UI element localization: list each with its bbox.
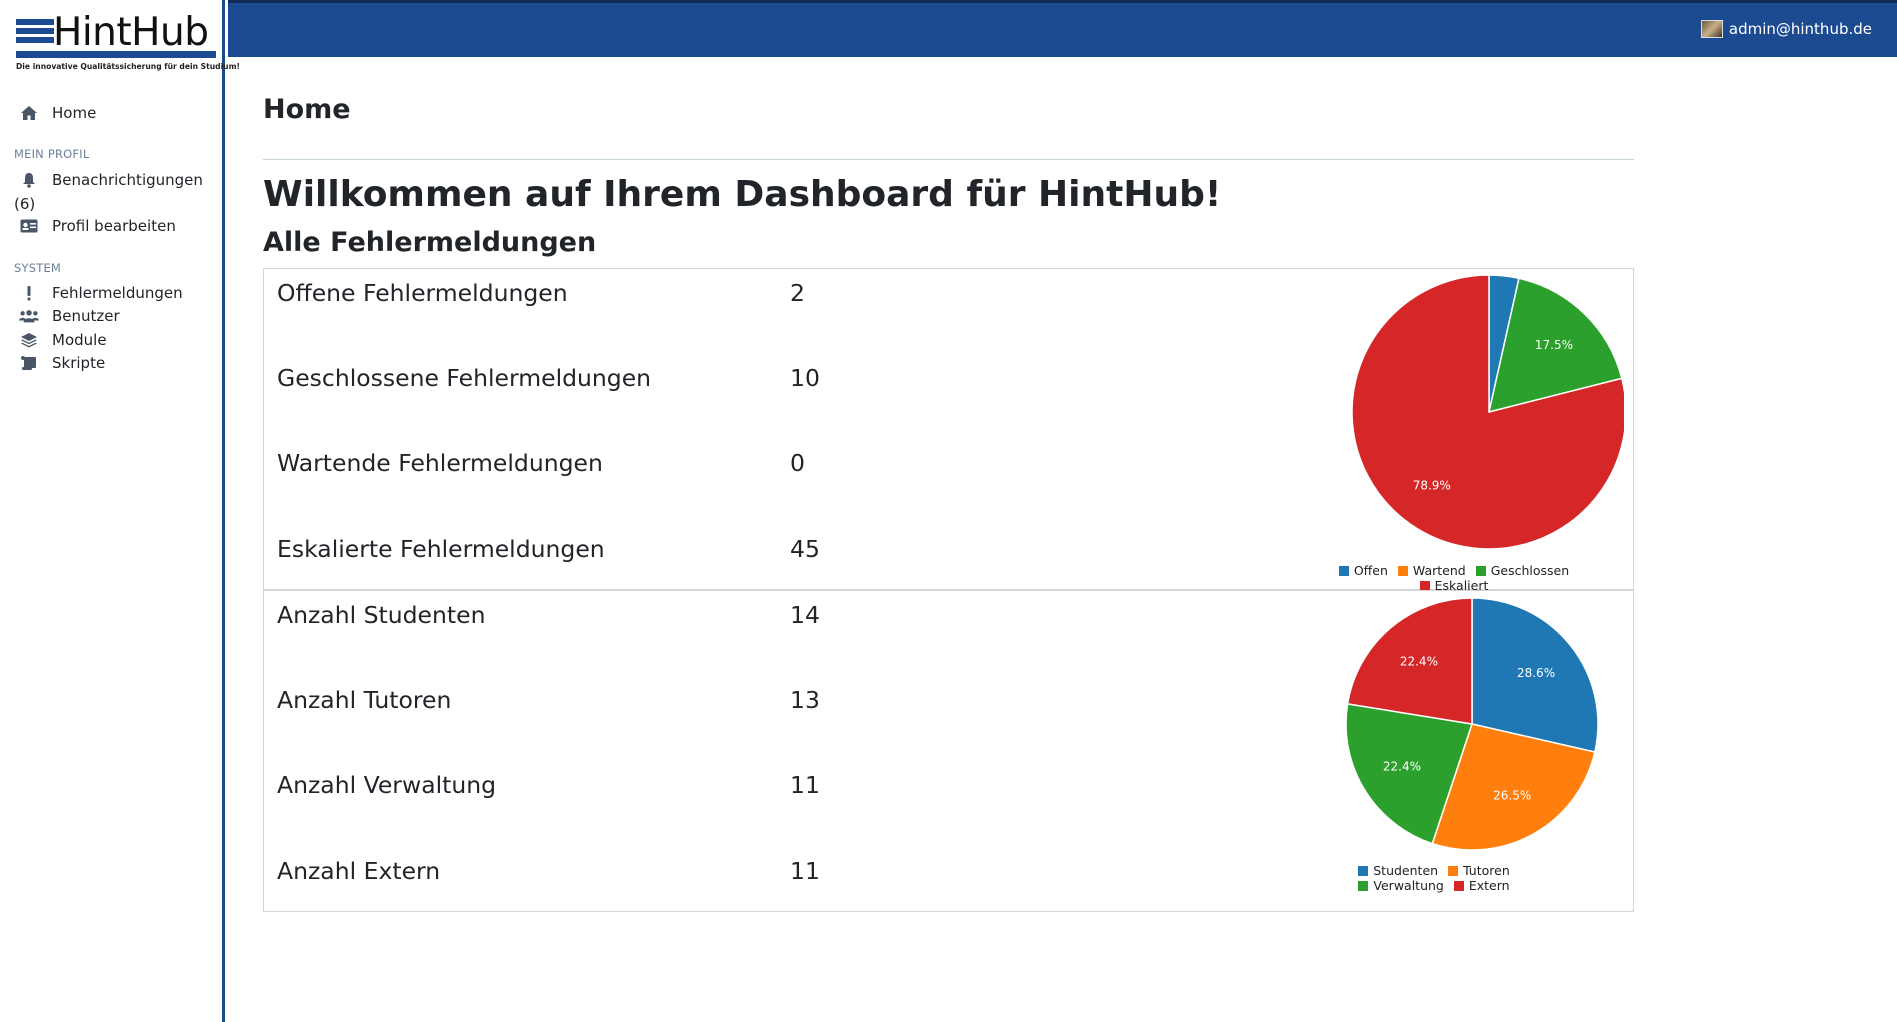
sidebar-item-label: Skripte: [52, 354, 106, 372]
logo-text: HintHub: [53, 10, 209, 55]
stat-label-wartend: Wartende Fehlermeldungen: [277, 449, 603, 477]
pie-label-geschlossen: 17.5%: [1535, 338, 1573, 352]
reports-card: Offene Fehlermeldungen 2 Geschlossene Fe…: [263, 268, 1634, 593]
sidebar: HintHub Die innovative Qualitätssicherun…: [0, 0, 240, 1022]
users-pie-chart: 28.6% 26.5% 22.4% 22.4%: [1345, 597, 1599, 851]
legend-swatch: [1397, 565, 1408, 576]
stat-label-verwaltung: Anzahl Verwaltung: [277, 771, 497, 799]
legend-swatch: [1448, 865, 1459, 876]
scroll-icon: [19, 354, 39, 372]
logo-bars-icon: [16, 19, 54, 46]
section-subtitle: Alle Fehlermeldungen: [263, 227, 597, 258]
divider: [263, 159, 1634, 160]
legend-item-offen[interactable]: Offen: [1338, 563, 1388, 578]
legend-swatch: [1358, 865, 1369, 876]
sidebar-item-label: Profil bearbeiten: [52, 217, 176, 235]
legend-label: Verwaltung: [1373, 878, 1444, 893]
sidebar-item-skripte[interactable]: Skripte: [19, 354, 105, 372]
welcome-heading: Willkommen auf Ihrem Dashboard für HintH…: [263, 174, 1222, 215]
sidebar-item-module[interactable]: Module: [19, 331, 107, 349]
stat-value-extern: 11: [790, 857, 820, 885]
sidebar-item-benutzer[interactable]: Benutzer: [19, 307, 120, 325]
legend-item-studenten[interactable]: Studenten: [1358, 863, 1438, 878]
sidebar-item-edit-profile[interactable]: Profil bearbeiten: [19, 217, 176, 235]
sidebar-item-notifications[interactable]: Benachrichtigungen: [19, 171, 203, 189]
reports-pie-chart: 17.5% 78.9%: [1351, 275, 1624, 550]
stat-value-eskaliert: 45: [790, 535, 820, 563]
notifications-count: (6): [14, 195, 36, 213]
page-title: Home: [263, 94, 351, 125]
stat-label-tutoren: Anzahl Tutoren: [277, 686, 452, 714]
hinthub-logo[interactable]: HintHub Die innovative Qualitätssicherun…: [15, 10, 240, 76]
user-menu[interactable]: admin@hinthub.de: [1700, 20, 1872, 38]
top-navbar: admin@hinthub.de: [228, 0, 1897, 57]
exclamation-icon: [19, 284, 39, 302]
stat-value-wartend: 0: [790, 449, 805, 477]
legend-item-verwaltung[interactable]: Verwaltung: [1358, 878, 1444, 893]
stat-label-offen: Offene Fehlermeldungen: [277, 279, 568, 307]
users-card: Anzahl Studenten 14 Anzahl Tutoren 13 An…: [263, 590, 1634, 912]
bell-icon: [19, 171, 39, 189]
legend-item-extern[interactable]: Extern: [1453, 878, 1510, 893]
logo-tagline: Die innovative Qualitätssicherung für de…: [16, 62, 240, 71]
legend-label: Geschlossen: [1490, 563, 1570, 578]
pie-label-tutoren: 26.5%: [1493, 788, 1531, 802]
legend-item-geschlossen[interactable]: Geschlossen: [1475, 563, 1570, 578]
logo-underline: [16, 51, 216, 58]
stat-label-studenten: Anzahl Studenten: [277, 601, 486, 629]
section-label-profile: MEIN PROFIL: [14, 147, 90, 161]
legend-label: Tutoren: [1463, 863, 1510, 878]
stat-label-eskaliert: Eskalierte Fehlermeldungen: [277, 535, 605, 563]
pie-label-eskaliert: 78.9%: [1413, 479, 1451, 493]
sidebar-item-label: Benutzer: [52, 307, 120, 325]
users-icon: [19, 307, 39, 325]
legend-label: Studenten: [1373, 863, 1439, 878]
sidebar-item-label: Home: [52, 104, 97, 122]
legend-swatch: [1475, 565, 1486, 576]
legend-swatch: [1453, 880, 1464, 891]
sidebar-item-home[interactable]: Home: [19, 104, 96, 122]
section-label-system: SYSTEM: [14, 261, 62, 275]
legend-swatch: [1358, 880, 1369, 891]
id-card-icon: [19, 217, 39, 235]
sidebar-item-label: Module: [52, 331, 107, 349]
legend-item-tutoren[interactable]: Tutoren: [1448, 863, 1510, 878]
pie-label-studenten: 28.6%: [1517, 666, 1555, 680]
legend-swatch: [1338, 565, 1349, 576]
legend-label: Extern: [1468, 878, 1510, 893]
legend-label: Wartend: [1412, 563, 1466, 578]
sidebar-item-label: Fehlermeldungen: [52, 284, 183, 302]
sidebar-item-fehlermeldungen[interactable]: Fehlermeldungen: [19, 284, 183, 302]
user-email: admin@hinthub.de: [1728, 20, 1872, 38]
layers-icon: [19, 331, 39, 349]
sidebar-item-label: Benachrichtigungen: [52, 171, 203, 189]
stat-label-extern: Anzahl Extern: [277, 857, 441, 885]
stat-value-verwaltung: 11: [790, 771, 820, 799]
stat-value-tutoren: 13: [790, 686, 820, 714]
legend-swatch: [1419, 580, 1430, 591]
users-chart-legend: Studenten Tutoren Verwaltung Extern: [1314, 863, 1554, 893]
stat-value-studenten: 14: [790, 601, 820, 629]
pie-label-verwaltung: 22.4%: [1383, 759, 1421, 773]
stat-value-offen: 2: [790, 279, 805, 307]
reports-chart-legend: Offen Wartend Geschlossen Eskaliert: [1304, 563, 1604, 593]
stat-label-geschlossen: Geschlossene Fehlermeldungen: [277, 364, 652, 392]
avatar: [1700, 20, 1723, 38]
legend-item-wartend[interactable]: Wartend: [1397, 563, 1466, 578]
home-icon: [19, 104, 39, 122]
pie-label-extern: 22.4%: [1400, 655, 1438, 669]
stat-value-geschlossen: 10: [790, 364, 820, 392]
legend-label: Offen: [1353, 563, 1388, 578]
